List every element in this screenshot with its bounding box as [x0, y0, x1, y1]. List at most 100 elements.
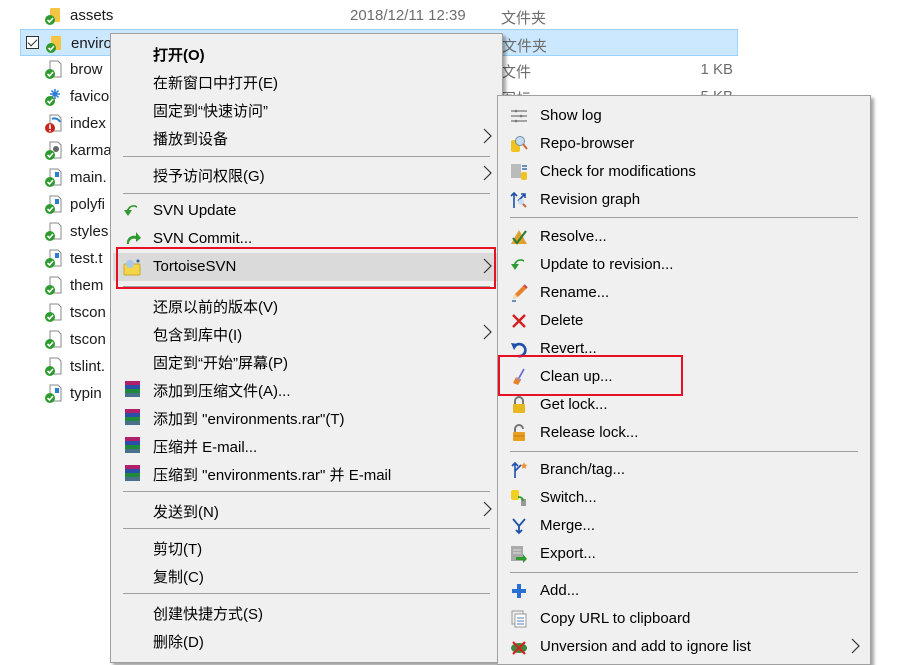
unlock-icon — [513, 424, 525, 441]
svn-favicon-icon — [45, 89, 60, 106]
chevron-right-icon — [483, 258, 492, 274]
repo-browser-icon — [511, 136, 528, 152]
svn-file-icon — [45, 276, 62, 295]
menu-item-tortoisesvn[interactable]: TortoiseSVN — [113, 253, 500, 281]
menu-item-compress-email[interactable]: 压缩并 E-mail... — [113, 431, 500, 459]
chevron-right-icon — [483, 128, 492, 144]
file-name: styles — [70, 223, 109, 240]
menu-separator — [510, 217, 858, 218]
file-name: assets — [70, 7, 114, 24]
menu-item-add-to-rar[interactable]: 添加到 "environments.rar"(T) — [113, 403, 500, 431]
export-icon — [511, 546, 527, 563]
menu-item-send-to[interactable]: 发送到(N) — [113, 496, 500, 524]
menu-separator — [123, 193, 490, 194]
menu-item-restore-previous-versions[interactable]: 还原以前的版本(V) — [113, 291, 500, 319]
menu-item-get-lock[interactable]: Get lock... — [500, 391, 868, 419]
lock-icon — [513, 396, 525, 413]
file-type: 文件 — [501, 64, 532, 81]
menu-item-cut[interactable]: 剪切(T) — [113, 533, 500, 561]
menu-item-repo-browser[interactable]: Repo-browser — [500, 130, 868, 158]
menu-item-copy[interactable]: 复制(C) — [113, 561, 500, 589]
file-name: enviro — [71, 35, 112, 52]
file-name: tscon — [70, 304, 106, 321]
menu-item-show-log[interactable]: Show log — [500, 102, 868, 130]
switch-icon — [511, 490, 526, 506]
chevron-right-icon — [851, 638, 860, 654]
file-name: index — [70, 115, 106, 132]
file-name: tscon — [70, 331, 106, 348]
winrar-icon — [125, 381, 140, 397]
menu-item-include-in-library[interactable]: 包含到库中(I) — [113, 319, 500, 347]
svn-ts-file-icon — [45, 168, 62, 187]
menu-item-merge[interactable]: Merge... — [500, 512, 868, 540]
menu-item-clean-up[interactable]: Clean up... — [500, 363, 868, 391]
menu-item-open[interactable]: 打开(O) — [113, 39, 500, 67]
unversion-ignore-icon — [511, 641, 527, 655]
file-type: 文件夹 — [501, 10, 547, 27]
svn-file-icon — [45, 222, 62, 241]
menu-item-delete[interactable]: 删除(D) — [113, 626, 500, 654]
show-log-icon — [511, 109, 527, 123]
menu-item-revert[interactable]: Revert... — [500, 335, 868, 363]
menu-item-export[interactable]: Export... — [500, 540, 868, 568]
update-revision-icon — [511, 259, 524, 270]
winrar-icon — [125, 465, 140, 481]
svn-ts-file-icon — [45, 195, 62, 214]
file-name: them — [70, 277, 104, 294]
winrar-icon — [125, 409, 140, 425]
menu-item-compress-rar-email[interactable]: 压缩到 "environments.rar" 并 E-mail — [113, 459, 500, 487]
file-row-assets[interactable]: assets 2018/12/11 12:39 文件夹 — [20, 2, 738, 29]
menu-item-grant-access[interactable]: 授予访问权限(G) — [113, 160, 500, 188]
menu-item-switch[interactable]: Switch... — [500, 484, 868, 512]
row-checkbox[interactable] — [26, 36, 39, 49]
menu-item-svn-commit[interactable]: SVN Commit... — [113, 225, 500, 253]
menu-item-open-new-window[interactable]: 在新窗口中打开(E) — [113, 67, 500, 95]
menu-separator — [123, 528, 490, 529]
menu-item-pin-quick-access[interactable]: 固定到“快速访问” — [113, 95, 500, 123]
svn-file-icon — [45, 357, 62, 376]
menu-item-resolve[interactable]: Resolve... — [500, 223, 868, 251]
file-name: polyfi — [70, 196, 106, 213]
svn-file-icon — [45, 303, 62, 322]
menu-item-create-shortcut[interactable]: 创建快捷方式(S) — [113, 598, 500, 626]
menu-item-add-to-archive[interactable]: 添加到压缩文件(A)... — [113, 375, 500, 403]
menu-separator — [510, 572, 858, 573]
file-name: typin — [70, 385, 102, 402]
menu-item-cast-to-device[interactable]: 播放到设备 — [113, 123, 500, 151]
cleanup-broom-icon — [513, 368, 525, 385]
menu-item-svn-update[interactable]: SVN Update — [113, 197, 500, 225]
svn-folder-icon — [46, 36, 61, 53]
menu-item-branch-tag[interactable]: Branch/tag... — [500, 456, 868, 484]
chevron-right-icon — [483, 501, 492, 517]
context-menu: 打开(O) 在新窗口中打开(E) 固定到“快速访问” 播放到设备 授予访问权限(… — [110, 33, 503, 663]
menu-item-add[interactable]: Add... — [500, 577, 868, 605]
menu-item-revision-graph[interactable]: Revision graph — [500, 186, 868, 214]
menu-item-pin-to-start[interactable]: 固定到“开始”屏幕(P) — [113, 347, 500, 375]
menu-separator — [123, 593, 490, 594]
merge-icon — [512, 518, 526, 535]
menu-separator — [510, 451, 858, 452]
file-type: 文件夹 — [502, 38, 548, 55]
menu-item-rename[interactable]: Rename... — [500, 279, 868, 307]
menu-item-update-to-revision[interactable]: Update to revision... — [500, 251, 868, 279]
svn-html-modified-icon — [45, 114, 62, 133]
svn-file-icon — [45, 60, 62, 79]
file-name: brow — [70, 61, 103, 78]
branch-tag-icon — [511, 461, 528, 478]
check-modifications-icon — [511, 164, 527, 180]
menu-item-release-lock[interactable]: Release lock... — [500, 419, 868, 447]
menu-item-unversion-ignore[interactable]: Unversion and add to ignore list — [500, 633, 868, 661]
file-name: main. — [70, 169, 107, 186]
menu-item-check-modifications[interactable]: Check for modifications — [500, 158, 868, 186]
tortoisesvn-icon — [123, 259, 141, 276]
svn-ts-file-icon — [45, 249, 62, 268]
menu-item-delete[interactable]: Delete — [500, 307, 868, 335]
file-name: karma — [70, 142, 112, 159]
svn-commit-icon — [126, 232, 141, 244]
file-name: favico — [70, 88, 110, 105]
file-date: 2018/12/11 12:39 — [350, 7, 466, 24]
add-plus-icon — [512, 584, 526, 598]
file-size: 1 KB — [700, 61, 733, 78]
menu-item-copy-url[interactable]: Copy URL to clipboard — [500, 605, 868, 633]
delete-x-icon — [512, 314, 526, 328]
